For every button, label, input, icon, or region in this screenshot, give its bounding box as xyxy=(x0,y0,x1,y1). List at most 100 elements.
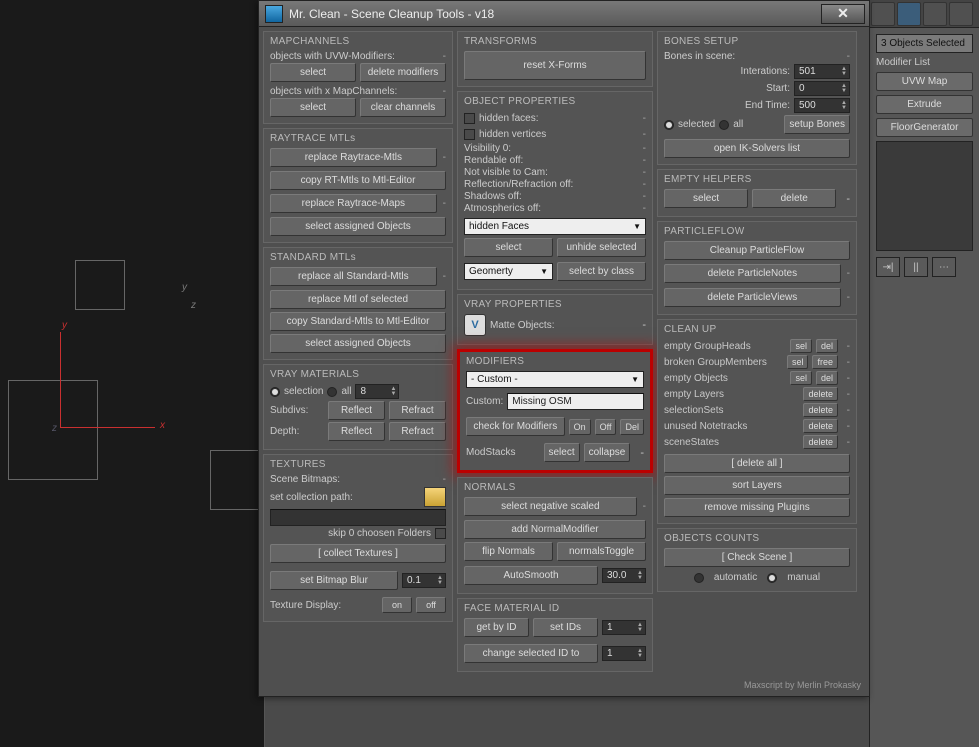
transport-next[interactable]: ⋯ xyxy=(932,257,956,277)
btn-change-selected-id[interactable]: change selected ID to xyxy=(464,644,598,663)
chk-hidden-verts[interactable] xyxy=(464,129,475,140)
btn-normals-toggle[interactable]: normalsToggle xyxy=(557,542,646,561)
spinner-vray-count[interactable]: 8▲▼ xyxy=(355,384,399,399)
btn-replace-raytrace-mtls[interactable]: replace Raytrace-Mtls xyxy=(270,148,437,167)
btn-replace-raytrace-maps[interactable]: replace Raytrace-Maps xyxy=(270,194,437,213)
btn-flip-normals[interactable]: flip Normals xyxy=(464,542,553,561)
input-custom-modifier[interactable] xyxy=(507,393,644,410)
btn-replace-mtl-selected[interactable]: replace Mtl of selected xyxy=(270,290,446,309)
btn-mod-del[interactable]: Del xyxy=(620,419,644,435)
btn-collect-textures[interactable]: [ collect Textures ] xyxy=(270,544,446,563)
chk-hidden-faces[interactable] xyxy=(464,113,475,124)
select-modifier-custom[interactable]: - Custom -▼ xyxy=(466,371,644,388)
btn-modstacks-collapse[interactable]: collapse xyxy=(584,443,631,462)
btn-raytrace-select-assigned[interactable]: select assigned Objects xyxy=(270,217,446,236)
btn-depth-refract[interactable]: Refract xyxy=(389,422,446,441)
btn-setup-bones[interactable]: setup Bones xyxy=(784,115,850,134)
btn-remove-missing-plugins[interactable]: remove missing Plugins xyxy=(664,498,850,517)
btn-subdivs-refract[interactable]: Refract xyxy=(389,401,446,420)
modlist-item-extrude[interactable]: Extrude xyxy=(876,95,973,114)
btn-set-bitmap-blur[interactable]: set Bitmap Blur xyxy=(270,571,398,590)
select-geometry[interactable]: Geomerty▼ xyxy=(464,263,553,280)
cleanup-btn-delete[interactable]: delete xyxy=(803,403,838,417)
spinner-face-id1[interactable]: 1▲▼ xyxy=(602,620,646,635)
btn-mod-off[interactable]: Off xyxy=(595,419,617,435)
btn-emptyhelpers-select[interactable]: select xyxy=(664,189,748,208)
chk-skip-folders[interactable] xyxy=(435,528,446,539)
titlebar[interactable]: Mr. Clean - Scene Cleanup Tools - v18 ✕ xyxy=(259,1,869,27)
btn-get-by-id[interactable]: get by ID xyxy=(464,618,529,637)
cleanup-btn-del[interactable]: del xyxy=(816,339,838,353)
btn-reset-xforms[interactable]: reset X-Forms xyxy=(464,51,646,80)
cleanup-btn-del[interactable]: del xyxy=(816,371,838,385)
radio-manual[interactable] xyxy=(767,573,777,583)
btn-replace-all-std[interactable]: replace all Standard-Mtls xyxy=(270,267,437,286)
btn-delete-particlenotes[interactable]: delete ParticleNotes xyxy=(664,264,841,283)
btn-select-mapchan[interactable]: select xyxy=(270,98,356,117)
cleanup-btn-sel[interactable]: sel xyxy=(790,339,812,353)
cleanup-btn-free[interactable]: free xyxy=(812,355,838,369)
panel-icon-4[interactable] xyxy=(949,2,973,26)
radio-vray-all[interactable] xyxy=(327,387,337,397)
btn-select-by-class[interactable]: select by class xyxy=(557,262,646,281)
modifier-list-label[interactable]: Modifier List xyxy=(876,57,973,68)
btn-check-modifiers[interactable]: check for Modifiers xyxy=(466,417,565,436)
vray-icon[interactable]: V xyxy=(464,314,486,336)
spinner-face-id2[interactable]: 1▲▼ xyxy=(602,646,646,661)
btn-objprops-select[interactable]: select xyxy=(464,238,553,257)
btn-check-scene[interactable]: [ Check Scene ] xyxy=(664,548,850,567)
btn-mod-on[interactable]: On xyxy=(569,419,591,435)
radio-bones-all[interactable] xyxy=(719,120,729,130)
modlist-item-uvwmap[interactable]: UVW Map xyxy=(876,72,973,91)
btn-sort-layers[interactable]: sort Layers xyxy=(664,476,850,495)
btn-std-select-assigned[interactable]: select assigned Objects xyxy=(270,334,446,353)
btn-delete-modifiers[interactable]: delete modifiers xyxy=(360,63,446,82)
label-bones-all: all xyxy=(733,119,780,130)
cleanup-btn-delete[interactable]: delete xyxy=(803,419,838,433)
close-button[interactable]: ✕ xyxy=(821,4,865,24)
cleanup-btn-sel[interactable]: sel xyxy=(790,371,812,385)
btn-select-uvw[interactable]: select xyxy=(270,63,356,82)
btn-depth-reflect[interactable]: Reflect xyxy=(328,422,385,441)
panel-icon-1[interactable] xyxy=(871,2,895,26)
cleanup-btn-sel[interactable]: sel xyxy=(787,355,809,369)
select-hidden-faces[interactable]: hidden Faces▼ xyxy=(464,218,646,235)
btn-unhide-selected[interactable]: unhide selected xyxy=(557,238,646,257)
spinner-bitmap-blur[interactable]: 0.1▲▼ xyxy=(402,573,446,588)
btn-select-neg-scaled[interactable]: select negative scaled xyxy=(464,497,637,516)
panel-icon-2[interactable] xyxy=(897,2,921,26)
folder-icon[interactable] xyxy=(424,487,446,507)
radio-automatic[interactable] xyxy=(694,573,704,583)
panel-icon-3[interactable] xyxy=(923,2,947,26)
btn-delete-particleviews[interactable]: delete ParticleViews xyxy=(664,288,841,307)
btn-set-ids[interactable]: set IDs xyxy=(533,618,598,637)
input-collection-path[interactable] xyxy=(270,509,446,526)
btn-modstacks-select[interactable]: select xyxy=(544,443,580,462)
transport-prev[interactable]: ⇥| xyxy=(876,257,900,277)
transport-pause[interactable]: || xyxy=(904,257,928,277)
modifier-stack-view[interactable] xyxy=(876,141,973,251)
cleanup-btn-delete[interactable]: delete xyxy=(803,435,838,449)
btn-copy-std-mtls[interactable]: copy Standard-Mtls to Mtl-Editor xyxy=(270,312,446,331)
btn-add-normal-modifier[interactable]: add NormalModifier xyxy=(464,520,646,539)
radio-bones-selected[interactable] xyxy=(664,120,674,130)
btn-texdisplay-off[interactable]: off xyxy=(416,597,446,613)
btn-copy-rt-mtls[interactable]: copy RT-Mtls to Mtl-Editor xyxy=(270,171,446,190)
btn-subdivs-reflect[interactable]: Reflect xyxy=(328,401,385,420)
group-vray-properties: VRAY PROPERTIES V Matte Objects: - xyxy=(457,294,653,345)
spinner-interations[interactable]: 501▲▼ xyxy=(794,64,850,79)
btn-cleanup-delete-all[interactable]: [ delete all ] xyxy=(664,454,850,473)
cleanup-btn-delete[interactable]: delete xyxy=(803,387,838,401)
spinner-autosmooth[interactable]: 30.0▲▼ xyxy=(602,568,646,583)
btn-emptyhelpers-delete[interactable]: delete xyxy=(752,189,836,208)
radio-vray-selection[interactable] xyxy=(270,387,280,397)
btn-open-ik-solvers[interactable]: open IK-Solvers list xyxy=(664,139,850,158)
btn-cleanup-pflow[interactable]: Cleanup ParticleFlow xyxy=(664,241,850,260)
spinner-bones-start[interactable]: 0▲▼ xyxy=(794,81,850,96)
btn-autosmooth[interactable]: AutoSmooth xyxy=(464,566,598,585)
btn-clear-channels[interactable]: clear channels xyxy=(360,98,446,117)
btn-texdisplay-on[interactable]: on xyxy=(382,597,412,613)
dash: - xyxy=(643,501,646,512)
modlist-item-floorgen[interactable]: FloorGenerator xyxy=(876,118,973,137)
spinner-bones-end[interactable]: 500▲▼ xyxy=(794,98,850,113)
